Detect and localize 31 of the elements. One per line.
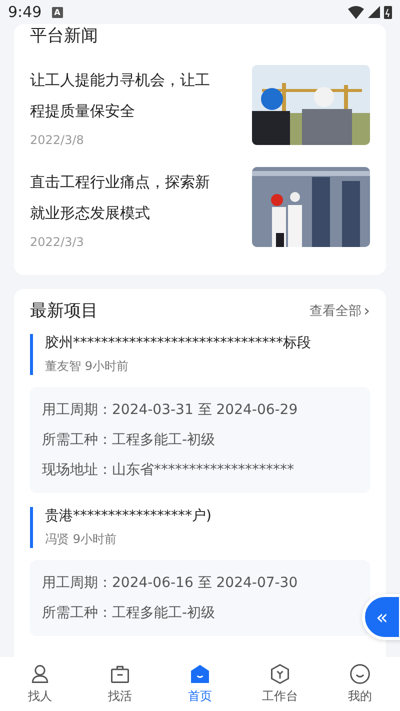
home-icon [189, 663, 211, 685]
person-icon [29, 663, 51, 685]
project-name[interactable]: 贵港*****************户) [45, 507, 370, 525]
tab[interactable]: 工作台 [240, 657, 320, 711]
briefcase-icon [109, 663, 131, 685]
notification-badge: A [52, 6, 63, 18]
signal-icon [368, 6, 380, 18]
wifi-icon [348, 6, 364, 18]
detail-line: 现场地址：山东省******************** [42, 461, 295, 480]
news-date: 2022/3/8 [30, 133, 85, 147]
news-date: 2022/3/3 [30, 235, 85, 249]
section-title: 最新项目 [30, 300, 98, 322]
project-meta: 董友智 9小时前 [45, 358, 130, 375]
detail-line: 所需工种：工程多能工-初级 [42, 604, 216, 623]
project-meta: 冯贤 9小时前 [45, 531, 118, 548]
detail-line: 用工周期：2024-06-16 至 2024-07-30 [42, 574, 299, 593]
detail-line: 用工周期：2024-03-31 至 2024-06-29 [42, 401, 299, 420]
status-time: 9:49 [8, 3, 42, 21]
tab[interactable]: 我的 [320, 657, 400, 711]
tab[interactable]: 首页 [160, 657, 240, 711]
tab[interactable]: 找活 [80, 657, 160, 711]
battery-icon [384, 5, 392, 19]
hexagon-icon [269, 663, 291, 685]
news-headline[interactable]: 直击工程行业痛点，探索新就业形态发展模式 [30, 167, 224, 229]
project-name[interactable]: 胶州******************************标段 [45, 334, 370, 352]
detail-line: 所需工种：工程多能工-初级 [42, 431, 216, 450]
tab[interactable]: 找人 [0, 657, 80, 711]
smile-icon [349, 663, 371, 685]
view-all-link[interactable]: 查看全部› [310, 301, 370, 320]
section-title: 平台新闻 [30, 25, 99, 48]
news-headline[interactable]: 让工人提能力寻机会，让工程提质量保安全 [30, 65, 224, 127]
